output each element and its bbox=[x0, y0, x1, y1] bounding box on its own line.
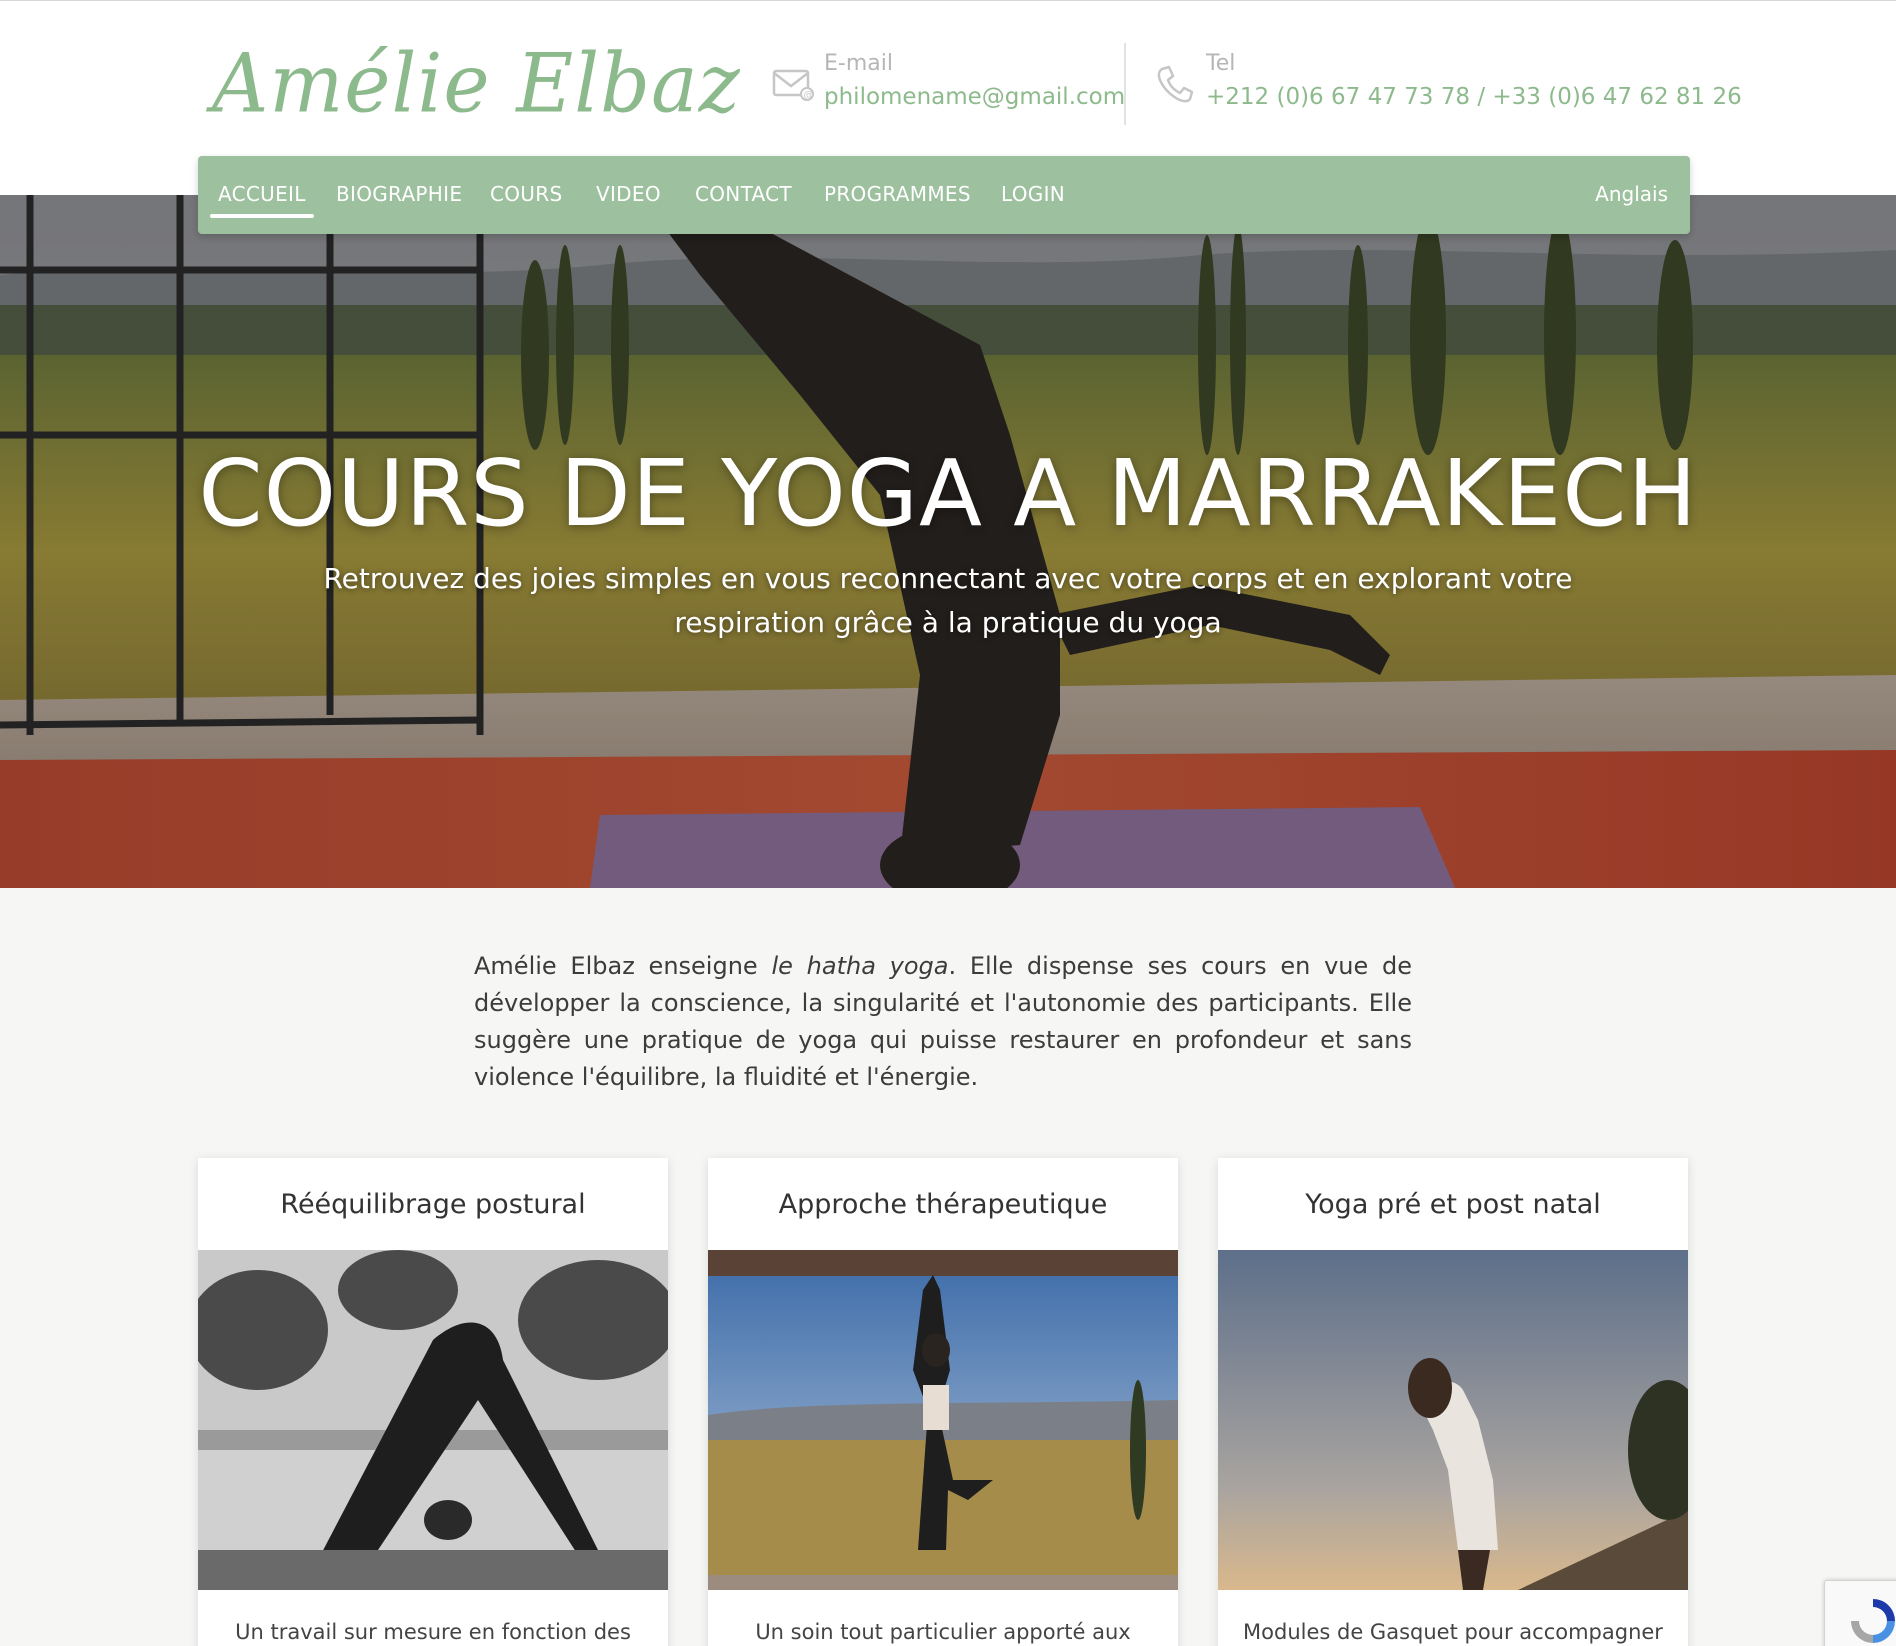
recaptcha-icon bbox=[1851, 1599, 1895, 1643]
nav-accueil[interactable]: ACCUEIL bbox=[210, 182, 314, 218]
card-prenatal[interactable]: Yoga pré et post natal Modules de Gasque… bbox=[1218, 1158, 1688, 1646]
tel-link[interactable]: +212 (0)6 67 47 73 78 / +33 (0)6 47 62 8… bbox=[1206, 79, 1742, 115]
card-reequilibrage[interactable]: Rééquilibrage postural Un travail sur me… bbox=[198, 1158, 668, 1646]
card-text: Un travail sur mesure en fonction des bbox=[235, 1620, 631, 1644]
card-text: Modules de Gasquet pour accompagner la bbox=[1243, 1620, 1663, 1646]
svg-text:@: @ bbox=[804, 90, 814, 101]
header-divider bbox=[1124, 43, 1126, 125]
card-image-prenatal-yoga bbox=[1218, 1250, 1688, 1590]
phone-icon bbox=[1157, 65, 1194, 103]
intro-text-start: Amélie Elbaz enseigne bbox=[474, 952, 772, 980]
card-image-downward-dog bbox=[198, 1250, 668, 1590]
envelope-icon: @ bbox=[772, 69, 814, 101]
card-title: Rééquilibrage postural bbox=[280, 1188, 586, 1220]
nav-login[interactable]: LOGIN bbox=[1001, 182, 1065, 206]
phone-contact: Tel +212 (0)6 67 47 73 78 / +33 (0)6 47 … bbox=[1152, 49, 1742, 115]
hero-banner: COURS DE YOGA A MARRAKECH Retrouvez des … bbox=[0, 195, 1896, 888]
nav-biographie[interactable]: BIOGRAPHIE bbox=[336, 182, 462, 206]
recaptcha-badge[interactable] bbox=[1824, 1580, 1896, 1646]
email-link[interactable]: philomename@gmail.com bbox=[824, 79, 1125, 115]
nav-video[interactable]: VIDEO bbox=[596, 182, 661, 206]
card-text: Un soin tout particulier apporté aux bbox=[755, 1620, 1131, 1644]
site-logo[interactable]: Amélie Elbaz bbox=[212, 37, 741, 132]
hero-title: COURS DE YOGA A MARRAKECH bbox=[198, 440, 1698, 547]
email-contact: @ E-mail philomename@gmail.com bbox=[770, 49, 1125, 115]
card-title: Approche thérapeutique bbox=[778, 1188, 1108, 1220]
nav-cours[interactable]: COURS bbox=[490, 182, 562, 206]
intro-paragraph: Amélie Elbaz enseigne le hatha yoga. Ell… bbox=[474, 948, 1412, 1096]
language-switch[interactable]: Anglais bbox=[1595, 182, 1668, 206]
card-title: Yoga pré et post natal bbox=[1305, 1188, 1601, 1220]
tel-label: Tel bbox=[1206, 51, 1236, 76]
card-image-tree-pose bbox=[708, 1250, 1178, 1590]
card-therapeutique[interactable]: Approche thérapeutique Un soin tout part… bbox=[708, 1158, 1178, 1646]
hero-subtitle: Retrouvez des joies simples en vous reco… bbox=[323, 562, 1573, 639]
intro-emphasis: le hatha yoga bbox=[771, 952, 949, 980]
main-navbar: ACCUEIL BIOGRAPHIE COURS VIDEO CONTACT P… bbox=[198, 156, 1690, 234]
nav-programmes[interactable]: PROGRAMMES bbox=[824, 182, 971, 206]
email-label: E-mail bbox=[824, 51, 893, 76]
nav-contact[interactable]: CONTACT bbox=[695, 182, 792, 206]
